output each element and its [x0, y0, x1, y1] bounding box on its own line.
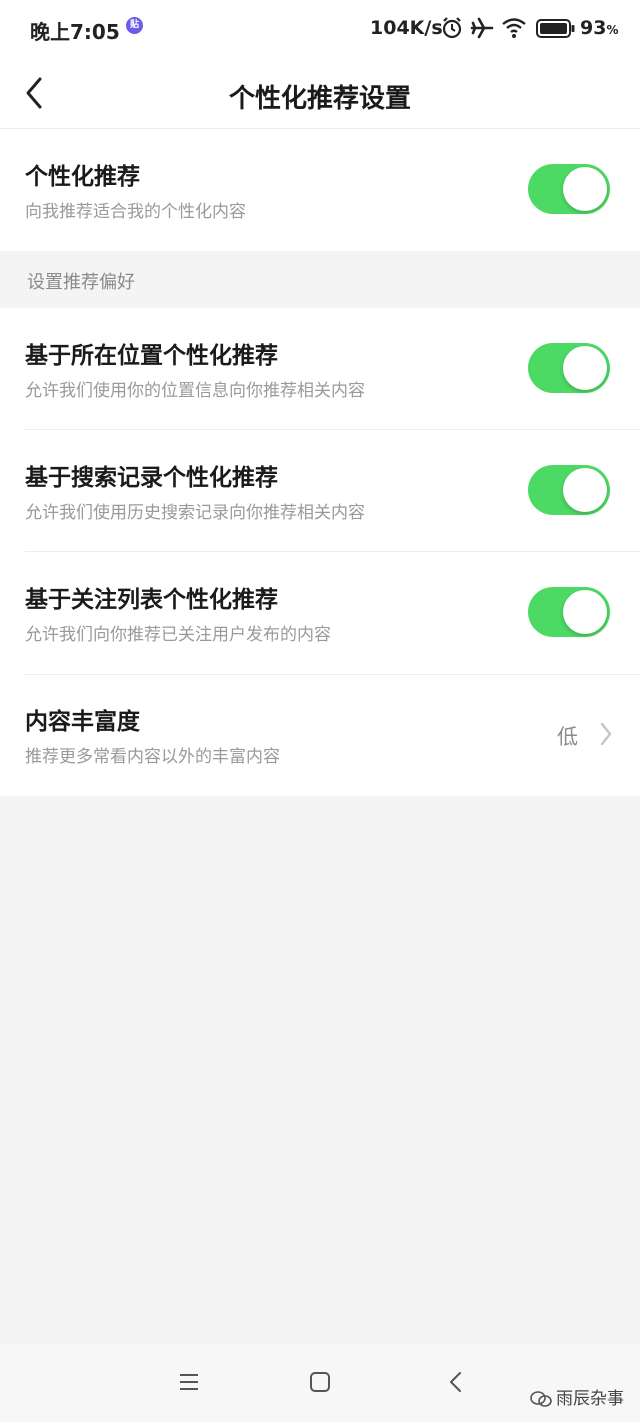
- battery-percent: 93%: [580, 17, 619, 39]
- setting-row-content-richness[interactable]: 内容丰富度 推荐更多常看内容以外的丰富内容 低: [0, 674, 640, 796]
- setting-row-search-history: 基于搜索记录个性化推荐 允许我们使用历史搜索记录向你推荐相关内容: [0, 430, 640, 552]
- header-bar: 个性化推荐设置: [0, 58, 640, 129]
- setting-description: 推荐更多常看内容以外的丰富内容: [25, 747, 280, 767]
- setting-row-location: 基于所在位置个性化推荐 允许我们使用你的位置信息向你推荐相关内容: [0, 308, 640, 430]
- section-label: 设置推荐偏好: [27, 272, 135, 293]
- watermark-text: 雨辰杂事: [556, 1389, 624, 1409]
- status-bar: 晚上7:05 贴 104K/s 93%: [0, 0, 640, 58]
- back-triangle-icon[interactable]: [445, 1370, 467, 1394]
- personalized-recommendation-toggle[interactable]: [528, 164, 610, 214]
- airplane-mode-icon: [470, 17, 494, 39]
- preferences-card: 基于所在位置个性化推荐 允许我们使用你的位置信息向你推荐相关内容 基于搜索记录个…: [0, 308, 640, 796]
- setting-row-personalized: 个性化推荐 向我推荐适合我的个性化内容: [0, 129, 640, 251]
- toggle-knob: [563, 167, 607, 211]
- toggle-knob: [563, 590, 607, 634]
- follow-list-recommendation-toggle[interactable]: [528, 587, 610, 637]
- toggle-knob: [563, 346, 607, 390]
- app-notification-icon: 贴: [126, 17, 143, 34]
- wechat-icon: [530, 1391, 552, 1407]
- battery-icon: [536, 19, 575, 38]
- toggle-knob: [563, 468, 607, 512]
- watermark: 雨辰杂事: [530, 1384, 624, 1409]
- setting-row-follow-list: 基于关注列表个性化推荐 允许我们向你推荐已关注用户发布的内容: [0, 552, 640, 674]
- location-recommendation-toggle[interactable]: [528, 343, 610, 393]
- menu-icon[interactable]: [178, 1370, 200, 1394]
- wifi-icon: [502, 18, 526, 38]
- setting-description: 允许我们使用历史搜索记录向你推荐相关内容: [25, 503, 365, 523]
- setting-title: 个性化推荐: [25, 164, 140, 190]
- setting-description: 允许我们使用你的位置信息向你推荐相关内容: [25, 381, 365, 401]
- status-time: 晚上7:05: [30, 20, 120, 44]
- alarm-icon: [442, 17, 462, 39]
- search-history-recommendation-toggle[interactable]: [528, 465, 610, 515]
- setting-title: 基于搜索记录个性化推荐: [25, 465, 278, 491]
- setting-title: 基于所在位置个性化推荐: [25, 343, 278, 369]
- network-speed: 104K/s: [370, 17, 443, 39]
- setting-title: 基于关注列表个性化推荐: [25, 587, 278, 613]
- page-title: 个性化推荐设置: [228, 84, 411, 114]
- setting-description: 允许我们向你推荐已关注用户发布的内容: [25, 625, 331, 645]
- setting-title: 内容丰富度: [25, 709, 140, 735]
- chevron-right-icon: [600, 722, 612, 746]
- main-setting-card: 个性化推荐 向我推荐适合我的个性化内容: [0, 129, 640, 251]
- home-square-icon[interactable]: [309, 1370, 331, 1394]
- setting-description: 向我推荐适合我的个性化内容: [25, 202, 246, 222]
- richness-value: 低: [557, 725, 578, 749]
